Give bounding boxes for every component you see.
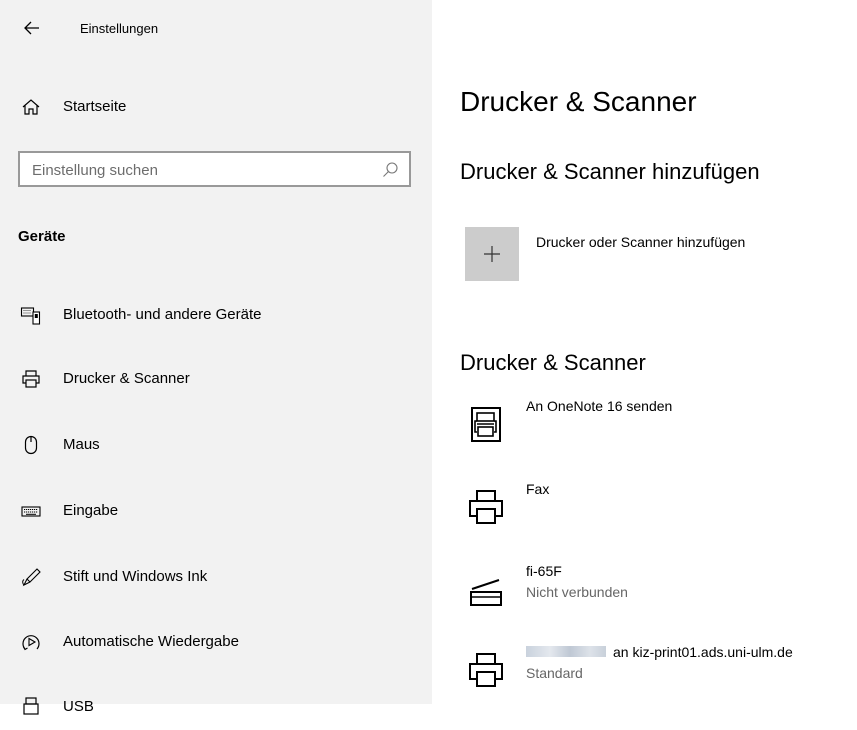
search-field[interactable] (18, 151, 411, 187)
sidebar-item-input[interactable]: Eingabe (0, 488, 432, 534)
list-section-title: Drucker & Scanner (460, 350, 646, 375)
device-item[interactable]: An OneNote 16 senden (460, 398, 857, 456)
sidebar-item-home[interactable]: Startseite (0, 84, 432, 130)
sidebar-item-label: USB (63, 698, 94, 715)
autoplay-icon (22, 635, 40, 651)
device-name-row: an kiz-print01.ads.uni-ulm.de (526, 644, 793, 660)
sidebar-item-usb[interactable]: USB (0, 684, 432, 730)
search-input[interactable] (30, 159, 374, 181)
device-item[interactable]: an kiz-print01.ads.uni-ulm.de Standard (460, 644, 857, 702)
section-heading: Geräte (18, 228, 66, 245)
device-status: Standard (526, 665, 583, 681)
sidebar: Einstellungen Startseite Geräte Bluetoot… (0, 0, 432, 715)
keyboard-icon (21, 506, 41, 517)
printer-icon (22, 370, 40, 388)
sidebar-item-label: Bluetooth- und andere Geräte (63, 306, 262, 323)
bluetooth-devices-icon (20, 307, 41, 325)
printer-icon (469, 653, 503, 687)
sidebar-item-label: Drucker & Scanner (63, 370, 190, 387)
add-section-title: Drucker & Scanner hinzufügen (460, 159, 760, 184)
sidebar-item-mouse[interactable]: Maus (0, 422, 432, 468)
printer-icon (469, 490, 503, 524)
sidebar-item-label: Stift und Windows Ink (63, 568, 208, 585)
redacted-name (526, 646, 606, 658)
device-name: An OneNote 16 senden (526, 398, 673, 414)
mouse-icon (24, 435, 38, 455)
main-content: Drucker & Scanner Drucker & Scanner hinz… (432, 0, 857, 704)
sidebar-item-label: Eingabe (63, 502, 119, 519)
device-name: an kiz-print01.ads.uni-ulm.de (613, 644, 793, 660)
add-printer-button[interactable] (465, 227, 519, 281)
device-status: Nicht verbunden (526, 584, 628, 600)
usb-icon (23, 697, 39, 715)
sidebar-item-label: Automatische Wiedergabe (63, 633, 239, 650)
page-title: Drucker & Scanner (460, 86, 697, 117)
title-bar: Einstellungen (0, 0, 432, 56)
sidebar-item-bluetooth[interactable]: Bluetooth- und andere Geräte (0, 292, 432, 338)
device-item[interactable]: fi-65F Nicht verbunden (460, 563, 857, 621)
window-title: Einstellungen (80, 21, 159, 36)
sidebar-item-autoplay[interactable]: Automatische Wiedergabe (0, 619, 432, 665)
back-arrow-icon[interactable] (22, 18, 42, 38)
sidebar-item-label: Startseite (63, 98, 127, 115)
sidebar-item-printers[interactable]: Drucker & Scanner (0, 356, 432, 402)
add-printer-label[interactable]: Drucker oder Scanner hinzufügen (536, 234, 745, 250)
sidebar-item-pen[interactable]: Stift und Windows Ink (0, 554, 432, 600)
sidebar-item-label: Maus (63, 436, 100, 453)
plus-icon (484, 246, 500, 262)
pen-icon (22, 568, 41, 587)
home-icon (22, 99, 40, 115)
scanner-icon (470, 579, 502, 606)
device-name: Fax (526, 481, 550, 497)
search-icon[interactable] (381, 161, 399, 179)
device-item[interactable]: Fax (460, 481, 857, 539)
device-name: fi-65F (526, 563, 562, 579)
onenote-printer-icon (471, 407, 501, 442)
